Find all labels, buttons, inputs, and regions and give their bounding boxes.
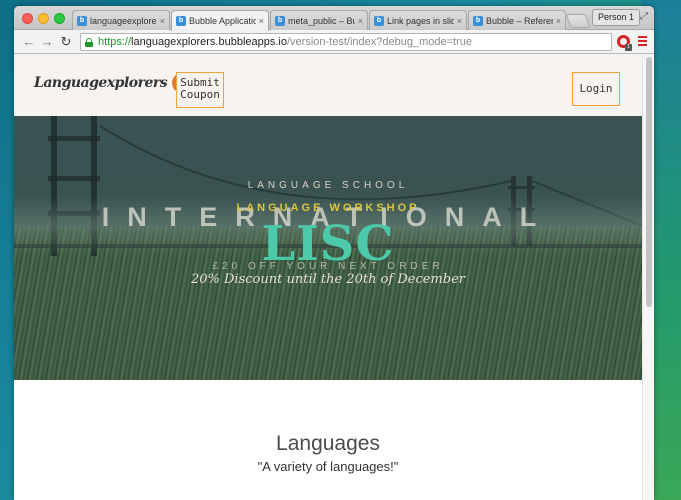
scrollbar-thumb[interactable] [646, 57, 652, 307]
tab-label: meta_public – Bubb [288, 15, 355, 26]
forward-arrow-icon[interactable]: → [38, 33, 56, 51]
hero-workshop-text: LANGUAGE WORKSHOP [236, 202, 420, 214]
hero-banner: LANGUAGE SCHOOL INTERNATIONAL LANGUAGE W… [14, 116, 642, 380]
browser-window: b languageexplorers × b Bubble Applicati… [14, 6, 654, 500]
url-scheme: https:// [98, 36, 132, 48]
web-page: Languagexplorers Submit Coupon Login LAN… [14, 54, 642, 500]
lock-icon [85, 37, 93, 47]
bubble-favicon-icon: b [374, 15, 384, 26]
site-logo[interactable]: Languagexplorers [34, 72, 193, 94]
url-host: languagexplorers.bubbleapps.io [131, 36, 287, 48]
bubble-favicon-icon: b [473, 15, 483, 26]
fullscreen-icon[interactable]: ⤢ [640, 11, 648, 22]
submit-coupon-button[interactable]: Submit Coupon [176, 72, 224, 108]
languages-title: Languages [276, 432, 380, 455]
hero-offer-text: £20 OFF YOUR NEXT ORDER [212, 261, 444, 272]
tab-label: languageexplorers [90, 15, 157, 26]
back-arrow-icon[interactable]: ← [20, 33, 38, 51]
tab-label: Link pages in slide [387, 15, 454, 26]
tab-strip: b languageexplorers × b Bubble Applicati… [14, 6, 654, 31]
close-window-button[interactable] [22, 13, 33, 24]
bubble-favicon-icon: b [176, 16, 186, 26]
tab-close-icon[interactable]: × [556, 16, 561, 26]
profile-button[interactable]: Person 1 [592, 9, 641, 26]
minimize-window-button[interactable] [38, 13, 49, 24]
browser-tab-1[interactable]: b languageexplorers × [72, 10, 170, 30]
logo-text: Languagexplorers [34, 75, 168, 91]
browser-tab-2[interactable]: b Bubble Application × [171, 10, 269, 31]
hero-school-text: LANGUAGE SCHOOL [247, 180, 409, 191]
zoom-window-button[interactable] [54, 13, 65, 24]
browser-toolbar: ← → ↻ https:// languagexplorers.bubbleap… [14, 30, 654, 54]
languages-subtitle: "A variety of languages!" [257, 459, 399, 474]
url-path: /version-test/index?debug_mode=true [286, 36, 472, 48]
menu-icon[interactable] [638, 36, 647, 46]
browser-tab-3[interactable]: b meta_public – Bubb × [270, 10, 368, 30]
bubble-favicon-icon: b [275, 15, 285, 26]
extension-badge: 1 [625, 44, 632, 51]
tab-label: Bubble Application [189, 16, 256, 26]
hero-discount-text: 20% Discount until the 20th of December [190, 272, 465, 287]
site-header: Languagexplorers Submit Coupon Login [14, 54, 642, 116]
tab-label: Bubble – Reference [486, 15, 553, 26]
tab-close-icon[interactable]: × [457, 16, 462, 26]
new-tab-button[interactable] [565, 14, 591, 28]
page-scrollbar[interactable] [642, 54, 654, 500]
reload-icon[interactable]: ↻ [57, 33, 75, 51]
browser-tab-5[interactable]: b Bubble – Reference × [468, 10, 566, 30]
tab-close-icon[interactable]: × [358, 16, 363, 26]
login-button[interactable]: Login [572, 72, 620, 106]
tab-close-icon[interactable]: × [160, 16, 165, 26]
browser-tab-4[interactable]: b Link pages in slide × [369, 10, 467, 30]
tab-close-icon[interactable]: × [259, 16, 264, 26]
address-bar[interactable]: https:// languagexplorers.bubbleapps.io … [80, 33, 612, 51]
bubble-favicon-icon: b [77, 15, 87, 26]
